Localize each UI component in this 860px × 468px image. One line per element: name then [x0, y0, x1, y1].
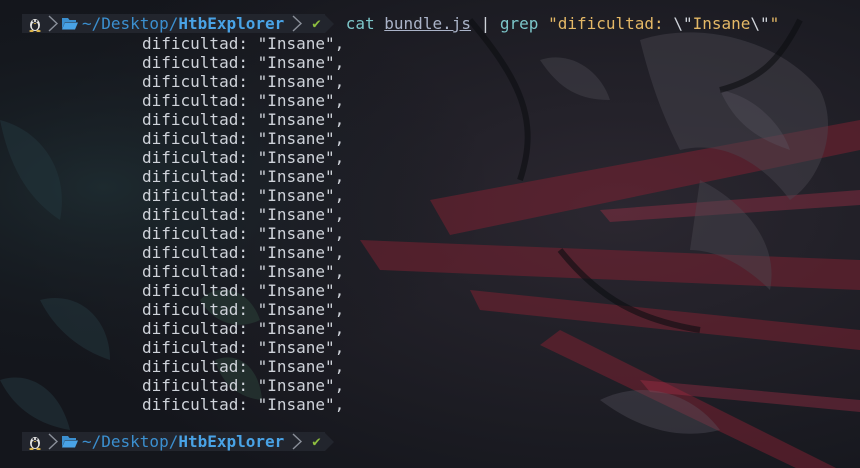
output-line: dificultad: "Insane",	[142, 110, 345, 129]
prompt-status-segment: ✔	[304, 14, 325, 33]
prompt-path-prefix: ~/Desktop/	[82, 14, 179, 33]
command-escape-close: \"	[750, 14, 770, 33]
prompt-path-current-dir: HtbExplorer	[178, 432, 285, 451]
command-line[interactable]: cat bundle.js | grep "dificultad: \"Insa…	[346, 14, 780, 33]
command-output: dificultad: "Insane", dificultad: "Insan…	[142, 34, 344, 414]
prompt-status-segment: ✔	[304, 432, 325, 451]
output-line: dificultad: "Insane",	[142, 186, 345, 205]
output-line: dificultad: "Insane",	[142, 357, 345, 376]
output-line: dificultad: "Insane",	[142, 395, 345, 414]
folder-open-icon	[62, 18, 78, 30]
output-line: dificultad: "Insane",	[142, 319, 345, 338]
output-line: dificultad: "Insane",	[142, 34, 345, 53]
prompt-separator-icon	[290, 14, 305, 33]
prompt-end-arrow-icon	[324, 14, 334, 33]
output-line: dificultad: "Insane",	[142, 148, 345, 167]
output-line: dificultad: "Insane",	[142, 167, 345, 186]
output-line: dificultad: "Insane",	[142, 72, 345, 91]
shell-prompt-current[interactable]: ~/Desktop/HtbExplorer ✔	[22, 432, 334, 451]
command-grep: grep	[499, 14, 539, 33]
prompt-separator-icon	[46, 14, 60, 33]
check-icon: ✔	[312, 433, 321, 450]
prompt-path-prefix: ~/Desktop/	[82, 432, 179, 451]
command-binary: cat	[345, 14, 375, 33]
prompt-os-segment	[22, 432, 46, 451]
prompt-path-current-dir: HtbExplorer	[178, 14, 285, 33]
output-line: dificultad: "Insane",	[142, 91, 345, 110]
linux-tux-icon	[29, 436, 41, 450]
command-pattern-word: Insane	[692, 14, 751, 33]
output-line: dificultad: "Insane",	[142, 262, 345, 281]
output-line: dificultad: "Insane",	[142, 129, 345, 148]
output-line: dificultad: "Insane",	[142, 376, 345, 395]
output-line: dificultad: "Insane",	[142, 338, 345, 357]
output-line: dificultad: "Insane",	[142, 300, 345, 319]
output-line: dificultad: "Insane",	[142, 205, 345, 224]
prompt-separator-icon	[46, 432, 60, 451]
linux-tux-icon	[29, 18, 41, 32]
terminal-window[interactable]: ~/Desktop/HtbExplorer ✔ cat bundle.js | …	[0, 0, 860, 468]
prompt-path-segment: ~/Desktop/HtbExplorer	[60, 14, 291, 33]
command-file-argument: bundle.js	[384, 14, 471, 33]
shell-prompt: ~/Desktop/HtbExplorer ✔ cat bundle.js | …	[22, 14, 779, 33]
prompt-separator-icon	[290, 432, 305, 451]
check-icon: ✔	[312, 15, 321, 32]
output-line: dificultad: "Insane",	[142, 243, 345, 262]
output-line: dificultad: "Insane",	[142, 224, 345, 243]
command-pattern-close: "	[769, 14, 780, 33]
output-line: dificultad: "Insane",	[142, 53, 345, 72]
command-pipe: |	[480, 14, 491, 33]
prompt-end-arrow-icon	[324, 432, 334, 451]
command-pattern-open: "dificultad:	[548, 14, 674, 33]
folder-open-icon	[62, 436, 78, 448]
prompt-os-segment	[22, 14, 46, 33]
command-escape-open: \"	[673, 14, 693, 33]
prompt-path-segment: ~/Desktop/HtbExplorer	[60, 432, 291, 451]
output-line: dificultad: "Insane",	[142, 281, 345, 300]
